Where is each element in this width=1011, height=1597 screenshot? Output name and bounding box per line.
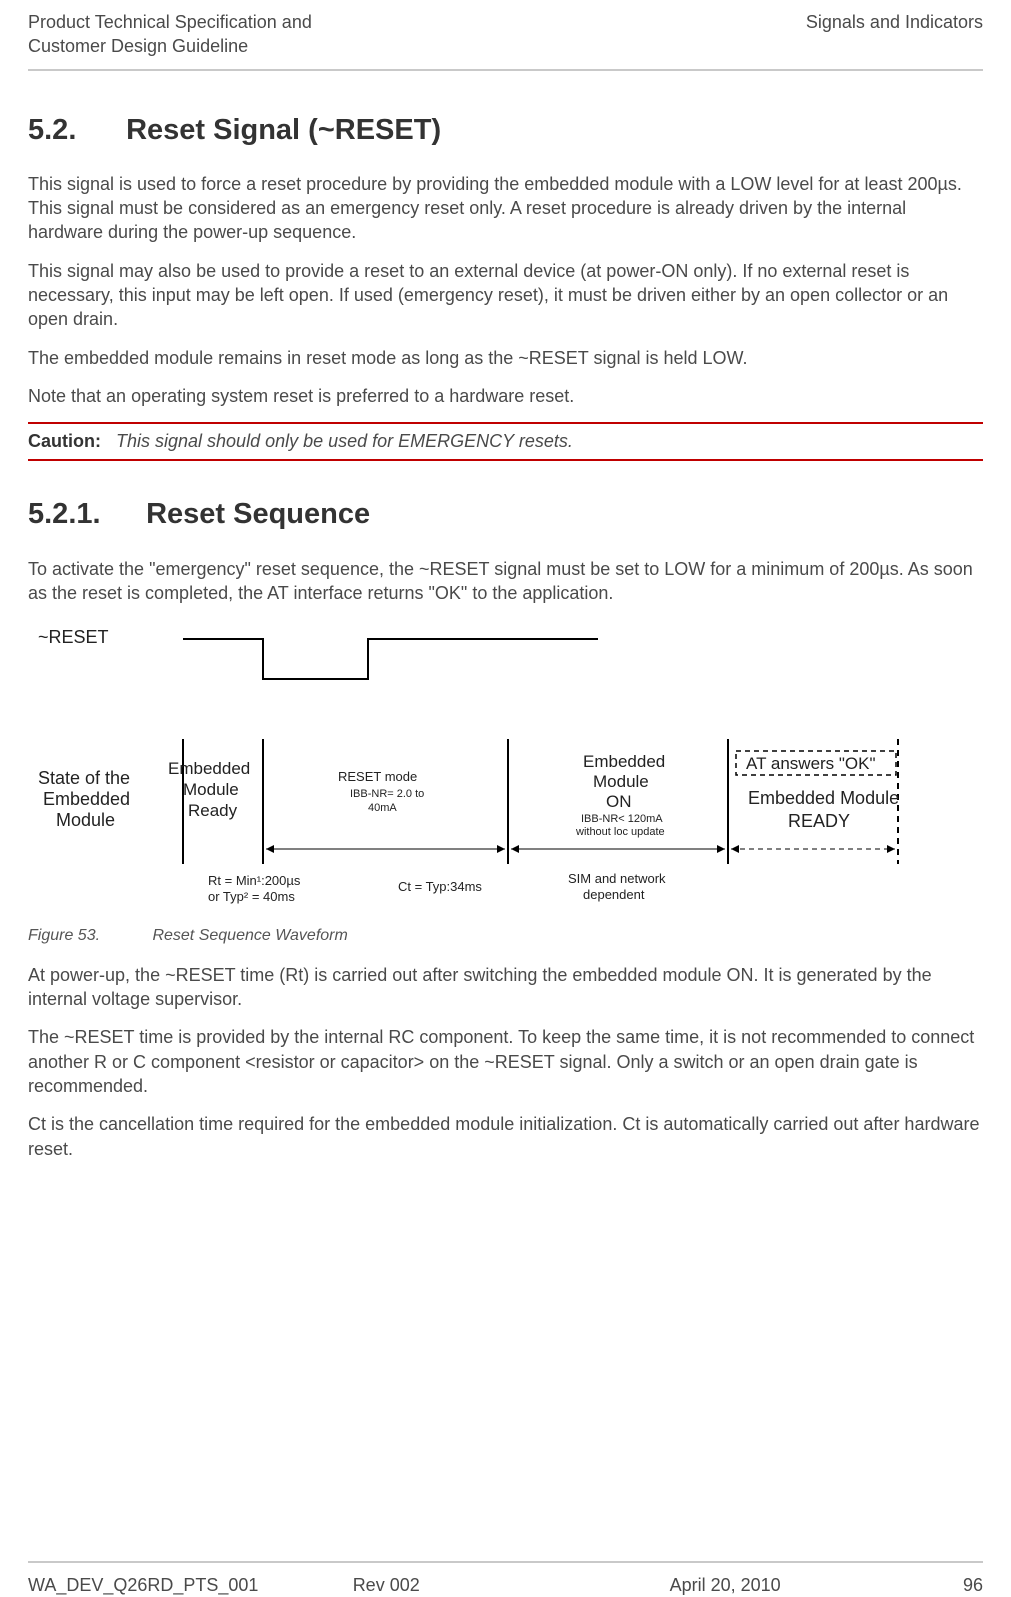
fig-state2-l2: IBB-NR= 2.0 to	[350, 788, 424, 800]
fig-state-label-l1: State of the	[38, 768, 130, 788]
header-left-line1: Product Technical Specification and	[28, 10, 312, 34]
caution-box: Caution: This signal should only be used…	[28, 422, 983, 461]
fig-state1-l3: Ready	[188, 801, 238, 820]
fig-reset-label: ~RESET	[38, 627, 109, 647]
fig-rt-l1: Rt = Min¹:200µs	[208, 873, 301, 888]
fig-state3-l1: Embedded	[583, 752, 665, 771]
page-footer: WA_DEV_Q26RD_PTS_001 Rev 002 April 20, 2…	[28, 1561, 983, 1597]
footer-date: April 20, 2010	[563, 1573, 888, 1597]
fig-state-label-l2: Embedded	[43, 789, 130, 809]
section-paragraph: The embedded module remains in reset mod…	[28, 346, 983, 370]
subsection-title: Reset Sequence	[146, 498, 370, 530]
section-paragraph: Note that an operating system reset is p…	[28, 384, 983, 408]
page-header: Product Technical Specification and Cust…	[28, 0, 983, 71]
arrow-head-icon	[497, 845, 505, 853]
section-number: 5.2.	[28, 111, 118, 150]
reset-waveform-line	[183, 639, 598, 679]
footer-page: 96	[887, 1573, 983, 1597]
subsection-heading: 5.2.1. Reset Sequence	[28, 495, 983, 534]
fig-state3-l2: Module	[593, 772, 649, 791]
header-left-line2: Customer Design Guideline	[28, 34, 312, 58]
fig-state4-l2: Embedded Module	[748, 788, 899, 808]
arrow-head-icon	[887, 845, 895, 853]
caution-text: This signal should only be used for EMER…	[116, 431, 573, 451]
fig-sim-l1: SIM and network	[568, 871, 666, 886]
header-right: Signals and Indicators	[806, 10, 983, 34]
waveform-svg: .lbl { font-family: Arial, sans-serif; f…	[28, 619, 983, 919]
fig-rt-l2: or Typ² = 40ms	[208, 889, 295, 904]
page-content: 5.2. Reset Signal (~RESET) This signal i…	[28, 71, 983, 1161]
caution-label: Caution:	[28, 431, 101, 451]
fig-state1-l2: Module	[183, 780, 239, 799]
after-figure-paragraph: At power-up, the ~RESET time (Rt) is car…	[28, 963, 983, 1012]
fig-state4-l1: AT answers "OK"	[746, 754, 876, 773]
section-paragraph: This signal is used to force a reset pro…	[28, 172, 983, 245]
fig-ct: Ct = Typ:34ms	[398, 879, 482, 894]
arrow-head-icon	[731, 845, 739, 853]
reset-sequence-figure: .lbl { font-family: Arial, sans-serif; f…	[28, 619, 983, 919]
fig-state3-l5: without loc update	[575, 826, 665, 838]
fig-state3-l3: ON	[606, 792, 632, 811]
figure-number: Figure 53.	[28, 925, 148, 947]
arrow-head-icon	[717, 845, 725, 853]
figure-caption: Figure 53. Reset Sequence Waveform	[28, 925, 983, 947]
footer-rev: Rev 002	[353, 1573, 563, 1597]
section-paragraph: This signal may also be used to provide …	[28, 259, 983, 332]
arrow-head-icon	[511, 845, 519, 853]
fig-state-label-l3: Module	[56, 810, 115, 830]
after-figure-paragraph: Ct is the cancellation time required for…	[28, 1112, 983, 1161]
subsection-number: 5.2.1.	[28, 495, 138, 534]
section-heading: 5.2. Reset Signal (~RESET)	[28, 111, 983, 150]
fig-sim-l2: dependent	[583, 887, 645, 902]
fig-state2-l3: 40mA	[368, 802, 397, 814]
subsection-intro: To activate the "emergency" reset sequen…	[28, 557, 983, 606]
fig-state1-l1: Embedded	[168, 759, 250, 778]
section-title: Reset Signal (~RESET)	[126, 114, 441, 146]
after-figure-paragraph: The ~RESET time is provided by the inter…	[28, 1025, 983, 1098]
fig-state3-l4: IBB-NR< 120mA	[581, 813, 663, 825]
header-left: Product Technical Specification and Cust…	[28, 10, 312, 59]
fig-state2-l1: RESET mode	[338, 769, 417, 784]
footer-doc-id: WA_DEV_Q26RD_PTS_001	[28, 1573, 353, 1597]
figure-caption-text: Reset Sequence Waveform	[152, 927, 347, 944]
arrow-head-icon	[266, 845, 274, 853]
fig-state4-l3: READY	[788, 811, 850, 831]
